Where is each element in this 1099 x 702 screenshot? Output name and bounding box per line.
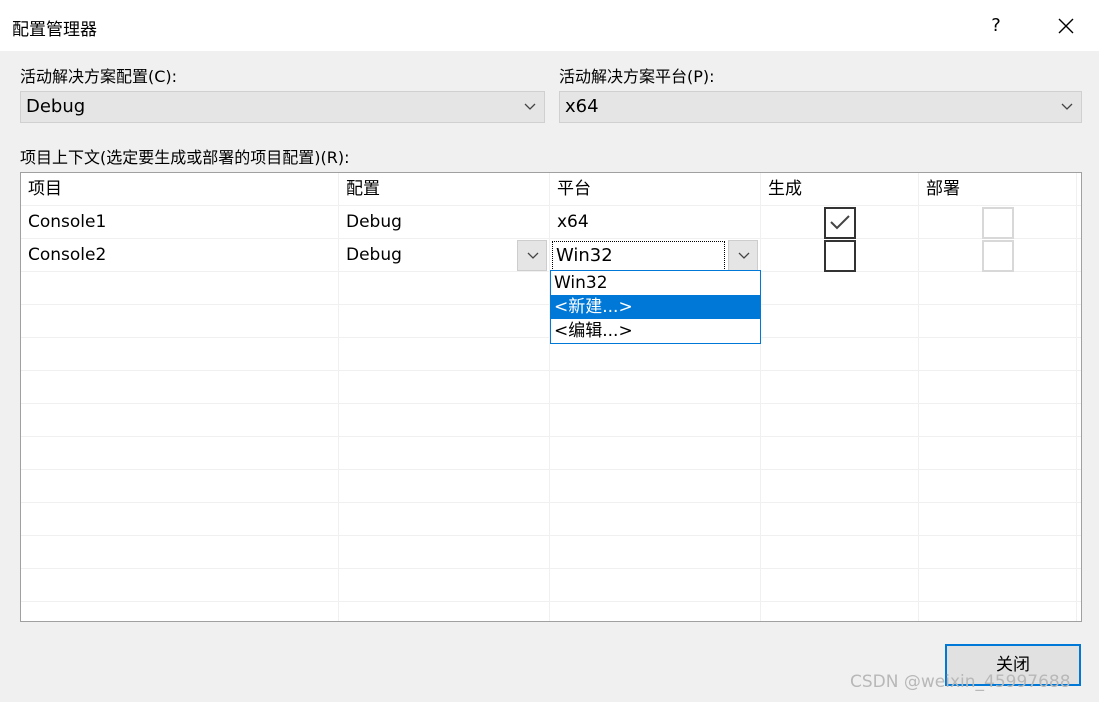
active-config-label: 活动解决方案配置(C): xyxy=(20,67,178,86)
header-platform[interactable]: 平台 xyxy=(550,173,761,206)
empty-row xyxy=(21,602,1081,621)
config-dropdown-button[interactable] xyxy=(517,240,547,271)
deploy-cell xyxy=(919,239,1077,272)
table-row[interactable]: Console2 Debug Win32 xyxy=(21,239,1081,272)
empty-row xyxy=(21,371,1081,404)
table-row[interactable]: Console1 Debug x64 xyxy=(21,206,1081,239)
build-checkbox[interactable] xyxy=(824,240,856,272)
deploy-checkbox xyxy=(982,240,1014,272)
header-config[interactable]: 配置 xyxy=(339,173,550,206)
help-button[interactable]: ? xyxy=(965,6,1027,46)
close-icon xyxy=(1058,18,1074,34)
build-cell xyxy=(761,206,919,239)
platform-cell[interactable]: Win32 xyxy=(550,239,761,272)
platform-dropdown-button[interactable] xyxy=(728,240,758,271)
build-checkbox[interactable] xyxy=(824,207,856,239)
active-config-value: Debug xyxy=(26,96,86,117)
platform-cell[interactable]: x64 xyxy=(550,206,761,239)
chevron-down-icon xyxy=(1061,103,1073,110)
close-window-button[interactable] xyxy=(1037,6,1095,46)
dropdown-option-new[interactable]: <新建...> xyxy=(551,295,760,319)
table-header-row: 项目 配置 平台 生成 部署 xyxy=(21,173,1081,206)
platform-dropdown-list: Win32 <新建...> <编辑...> xyxy=(550,270,761,344)
chevron-down-icon xyxy=(527,252,539,259)
config-cell[interactable]: Debug xyxy=(339,206,550,239)
header-deploy[interactable]: 部署 xyxy=(919,173,1077,206)
check-icon xyxy=(830,215,850,230)
build-cell xyxy=(761,239,919,272)
active-config-select[interactable]: Debug xyxy=(20,91,545,123)
empty-row xyxy=(21,404,1081,437)
empty-row xyxy=(21,569,1081,602)
platform-combo-input[interactable]: Win32 xyxy=(552,241,725,271)
window-title: 配置管理器 xyxy=(12,20,97,40)
header-project[interactable]: 项目 xyxy=(21,173,339,206)
header-build[interactable]: 生成 xyxy=(761,173,919,206)
active-platform-value: x64 xyxy=(565,96,599,117)
project-cell: Console1 xyxy=(21,206,339,239)
dropdown-option-edit[interactable]: <编辑...> xyxy=(551,319,760,343)
project-config-grid: 项目 配置 平台 生成 部署 Console1 Debug x64 Consol… xyxy=(20,172,1082,622)
chevron-down-icon xyxy=(524,103,536,110)
deploy-cell xyxy=(919,206,1077,239)
config-cell[interactable]: Debug xyxy=(339,239,550,272)
active-platform-label: 活动解决方案平台(P): xyxy=(559,67,715,86)
empty-row xyxy=(21,503,1081,536)
empty-row xyxy=(21,470,1081,503)
project-cell: Console2 xyxy=(21,239,339,272)
dropdown-option-win32[interactable]: Win32 xyxy=(551,271,760,295)
deploy-checkbox xyxy=(982,207,1014,239)
empty-row xyxy=(21,536,1081,569)
empty-row xyxy=(21,437,1081,470)
title-bar: 配置管理器 ? xyxy=(0,0,1099,52)
chevron-down-icon xyxy=(738,252,750,259)
watermark-text: CSDN @weixin_45997688 xyxy=(850,672,1071,692)
project-context-label: 项目上下文(选定要生成或部署的项目配置)(R): xyxy=(20,148,350,167)
config-value: Debug xyxy=(346,245,402,265)
active-platform-select[interactable]: x64 xyxy=(559,91,1082,123)
